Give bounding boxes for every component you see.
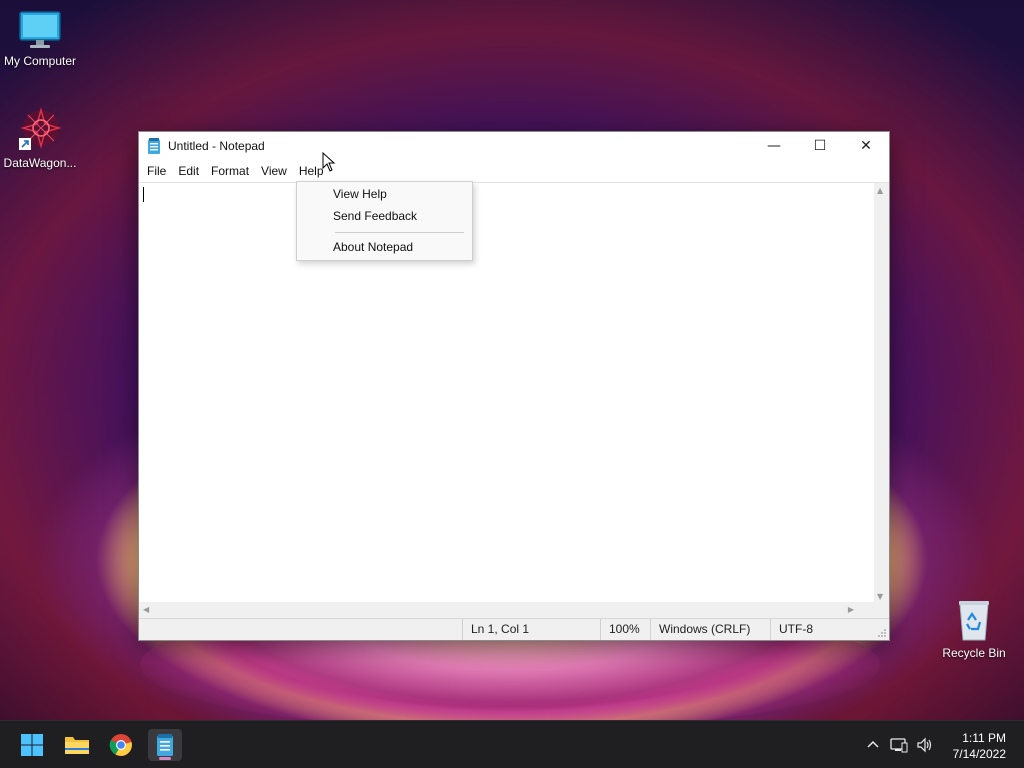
desktop-icon-my-computer[interactable]: My Computer [0, 10, 80, 68]
datawagon-shortcut-icon [19, 107, 62, 150]
volume-icon[interactable] [916, 737, 934, 753]
menu-file[interactable]: File [141, 162, 172, 180]
close-button[interactable]: ✕ [843, 132, 889, 160]
menu-item-view-help[interactable]: View Help [333, 187, 387, 201]
menu-item-send-feedback[interactable]: Send Feedback [333, 209, 417, 223]
desktop-icon-recycle-bin[interactable]: Recycle Bin [934, 598, 1014, 660]
resize-grip-icon[interactable] [877, 628, 887, 638]
text-caret [143, 187, 144, 202]
menu-item-about-notepad[interactable]: About Notepad [333, 240, 413, 254]
network-icon[interactable] [890, 737, 908, 753]
chrome-icon [109, 734, 132, 756]
vertical-scrollbar[interactable]: ▲ ▼ [874, 183, 889, 603]
status-line-ending: Windows (CRLF) [650, 619, 770, 640]
chrome-button[interactable] [104, 729, 138, 761]
desktop-icon-label: Recycle Bin [942, 646, 1006, 660]
mouse-cursor-icon [322, 152, 336, 172]
minimize-button[interactable]: — [751, 132, 797, 160]
start-button[interactable] [15, 729, 49, 761]
notepad-icon [148, 138, 160, 154]
status-cursor-position: Ln 1, Col 1 [462, 619, 600, 640]
scroll-up-arrow-icon[interactable]: ▲ [877, 186, 883, 195]
status-bar: Ln 1, Col 1 100% Windows (CRLF) UTF-8 [139, 618, 889, 640]
scrollbar-corner [874, 602, 889, 618]
monitor-icon [19, 11, 61, 48]
chevron-up-icon[interactable] [866, 738, 880, 752]
active-app-indicator [159, 757, 171, 760]
menu-format[interactable]: Format [205, 162, 255, 180]
clock-time: 1:11 PM [962, 731, 1006, 745]
menu-view[interactable]: View [255, 162, 293, 180]
title-bar[interactable]: Untitled - Notepad — ☐ ✕ [139, 132, 889, 160]
start-icon [21, 734, 43, 756]
status-encoding: UTF-8 [770, 619, 874, 640]
taskbar-clock[interactable]: 1:11 PM 7/14/2022 [953, 730, 1006, 762]
notepad-taskbar-button[interactable] [148, 729, 182, 761]
file-explorer-button[interactable] [60, 729, 94, 761]
window-title: Untitled - Notepad [168, 139, 265, 153]
taskbar: 1:11 PM 7/14/2022 [0, 720, 1024, 768]
desktop-icon-label: My Computer [3, 54, 77, 68]
menu-separator [335, 232, 464, 233]
notepad-window: Untitled - Notepad — ☐ ✕ File Edit Forma… [138, 131, 890, 641]
menu-edit[interactable]: Edit [172, 162, 205, 180]
text-editor[interactable]: ▲ ▼ ◀ ▶ [139, 182, 889, 618]
scroll-left-arrow-icon[interactable]: ◀ [143, 605, 149, 614]
help-menu-dropdown: View Help Send Feedback About Notepad [296, 181, 473, 261]
scroll-down-arrow-icon[interactable]: ▼ [877, 592, 883, 601]
recycle-bin-icon [959, 601, 989, 641]
notepad-icon [157, 734, 173, 756]
clock-date: 7/14/2022 [952, 747, 1006, 761]
scroll-right-arrow-icon[interactable]: ▶ [848, 605, 854, 614]
maximize-button[interactable]: ☐ [797, 132, 843, 160]
file-explorer-icon [65, 737, 89, 754]
desktop-icon-datawagon[interactable]: DataWagon... [0, 106, 80, 170]
menu-bar: File Edit Format View Help [139, 160, 889, 182]
horizontal-scrollbar[interactable]: ◀ ▶ [139, 602, 874, 618]
desktop-icon-label: DataWagon... [3, 156, 77, 170]
system-tray [866, 721, 934, 768]
status-zoom: 100% [600, 619, 650, 640]
